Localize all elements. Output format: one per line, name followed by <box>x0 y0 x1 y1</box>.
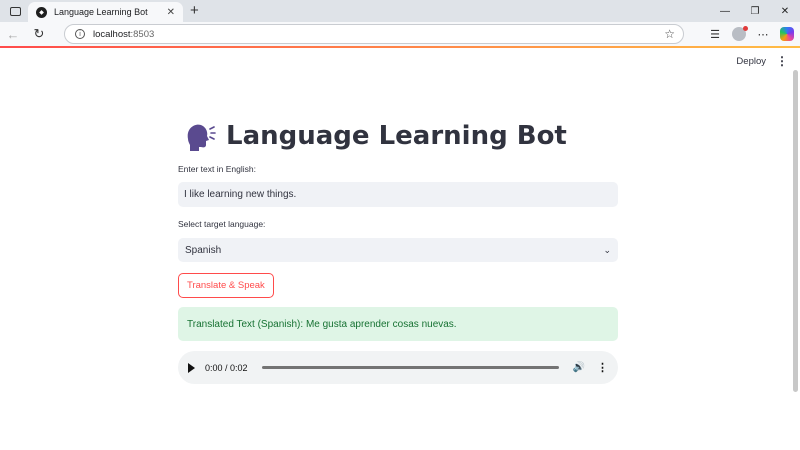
translation-result-text: Translated Text (Spanish): Me gusta apre… <box>187 318 457 330</box>
play-icon[interactable] <box>188 362 195 373</box>
favorites-icon[interactable]: ☰ <box>706 28 724 41</box>
address-bar: ← ↻ i localhost:8503 ☆ ☰ ⋯ <box>0 22 800 46</box>
close-tab-icon[interactable]: ✕ <box>167 7 175 18</box>
audio-progress-slider[interactable] <box>261 366 559 369</box>
browser-menu-icon[interactable]: ⋯ <box>754 28 772 41</box>
page-title: Language Learning Bot <box>178 118 618 154</box>
browser-tab-strip: ◆ Language Learning Bot ✕ + — ❐ ✕ <box>0 0 800 22</box>
reload-icon[interactable]: ↻ <box>26 26 52 42</box>
tab-title: Language Learning Bot <box>54 7 148 17</box>
favorite-star-icon[interactable]: ☆ <box>664 27 675 41</box>
site-info-icon[interactable]: i <box>75 29 85 39</box>
profile-avatar-icon[interactable] <box>732 26 748 41</box>
back-icon[interactable]: ← <box>0 27 26 42</box>
page-title-text: Language Learning Bot <box>226 121 567 151</box>
language-select-label: Select target language: <box>178 219 266 229</box>
url-port: :8503 <box>130 28 155 40</box>
audio-more-icon[interactable]: ⋮ <box>597 361 608 374</box>
close-window-icon[interactable]: ✕ <box>770 0 800 22</box>
new-tab-icon[interactable]: + <box>190 2 199 19</box>
url-host: localhost <box>93 28 131 40</box>
audio-player: 0:00 / 0:02 🔊 ⋮ <box>178 351 618 384</box>
tab-favicon-icon: ◆ <box>36 6 47 18</box>
language-select-value: Spanish <box>185 244 222 256</box>
restore-icon[interactable]: ❐ <box>740 0 770 22</box>
audio-time: 0:00 / 0:02 <box>205 362 248 373</box>
translate-speak-button[interactable]: Translate & Speak <box>178 273 274 298</box>
minimize-icon[interactable]: — <box>710 0 740 22</box>
chevron-down-icon: ⌄ <box>603 244 611 255</box>
main-content: Language Learning Bot Enter text in Engl… <box>178 118 618 384</box>
browser-tab[interactable]: ◆ Language Learning Bot ✕ <box>28 2 183 22</box>
deploy-button[interactable]: Deploy <box>736 56 766 67</box>
volume-icon[interactable]: 🔊 <box>573 362 585 373</box>
app-menu-icon[interactable]: ⋮ <box>776 54 788 68</box>
copilot-icon[interactable] <box>780 27 794 41</box>
window-menu-icon[interactable] <box>0 0 30 22</box>
text-input-label: Enter text in English: <box>178 164 256 174</box>
speaking-head-icon <box>187 124 216 151</box>
language-select[interactable]: Spanish ⌄ <box>178 238 618 262</box>
url-input[interactable]: i localhost:8503 ☆ <box>64 24 684 44</box>
streamlit-app: Deploy ⋮ Language Learning Bot Enter tex… <box>0 48 800 450</box>
scrollbar[interactable] <box>793 70 798 392</box>
english-text-input[interactable]: I like learning new things. <box>178 182 618 207</box>
translation-result-alert: Translated Text (Spanish): Me gusta apre… <box>178 307 618 341</box>
